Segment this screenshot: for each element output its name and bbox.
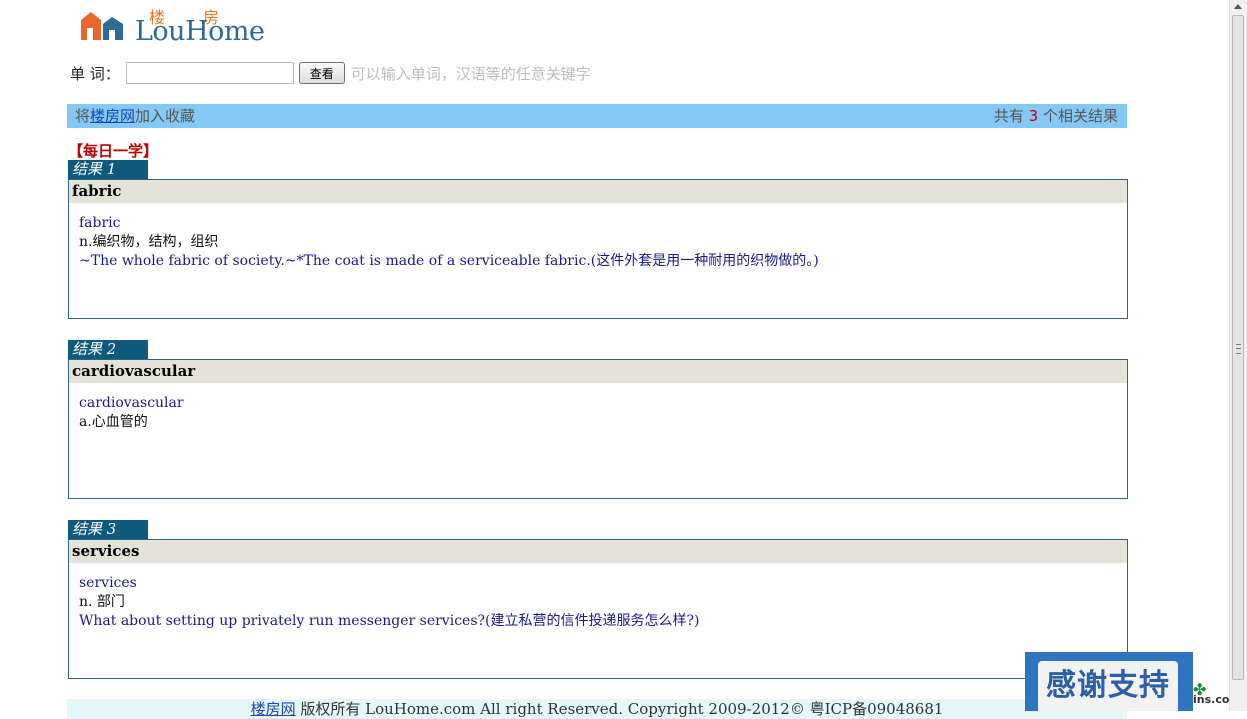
result-example: ~The whole fabric of society.~*The coat … — [79, 253, 819, 269]
result-word-heading: services — [69, 540, 1127, 563]
scroll-up-arrow-icon[interactable] — [1234, 4, 1242, 9]
result-word-heading: cardiovascular — [69, 360, 1127, 383]
site-link[interactable]: 楼房网 — [90, 107, 135, 125]
thanks-text: 感谢支持 — [1038, 661, 1178, 711]
count-suffix: 个相关结果 — [1038, 107, 1118, 125]
vertical-scrollbar[interactable] — [1229, 0, 1247, 711]
result-word: services — [79, 575, 137, 591]
bookmark-suffix: 加入收藏 — [135, 107, 196, 125]
info-bar: 将楼房网加入收藏 共有 3 个相关结果 — [67, 104, 1127, 128]
result-tag: 结果 2 — [68, 340, 148, 359]
result-tag: 结果 3 — [68, 520, 148, 539]
search-button[interactable]: 查看 — [298, 62, 345, 84]
result-body: fabric n.编织物，结构，组织 ~The whole fabric of … — [69, 203, 1127, 271]
result-word: fabric — [79, 215, 121, 231]
site-logo[interactable]: 楼房 LouHome — [79, 8, 269, 47]
footer-copyright: 版权所有 LouHome.com All right Reserved. Cop… — [295, 700, 944, 718]
result-card: cardiovascular cardiovascular a.心血管的 — [68, 359, 1128, 499]
result-body: cardiovascular a.心血管的 — [69, 383, 1127, 432]
thanks-badge[interactable]: 感谢支持 — [1025, 652, 1193, 711]
search-row: 单 词： 查看 可以输入单词，汉语等的任意关键字 — [70, 61, 591, 85]
result-card: services services n. 部门 What about setti… — [68, 539, 1128, 679]
result-count-text: 共有 3 个相关结果 — [994, 104, 1118, 128]
result-word-heading: fabric — [69, 180, 1127, 203]
count-prefix: 共有 — [993, 107, 1029, 125]
footer: 楼房网 版权所有 LouHome.com All right Reserved.… — [67, 699, 1127, 719]
daily-title: 【每日一学】 — [68, 142, 159, 160]
house-logo-icon — [81, 12, 123, 40]
result-definition: n.编织物，结构，组织 — [79, 234, 219, 250]
result-example: What about setting up privately run mess… — [79, 613, 700, 629]
result-definition: a.心血管的 — [79, 414, 148, 430]
result-word: cardiovascular — [79, 395, 184, 411]
result-count: 3 — [1028, 107, 1039, 125]
search-label: 单 词： — [70, 64, 120, 83]
result-card: fabric fabric n.编织物，结构，组织 ~The whole fab… — [68, 179, 1128, 319]
scrollbar-thumb[interactable] — [1232, 15, 1244, 680]
grip-icon — [1236, 344, 1241, 354]
logo-english-text: LouHome — [135, 16, 265, 47]
search-input[interactable] — [125, 62, 294, 84]
result-tag: 结果 1 — [68, 160, 148, 179]
result-definition: n. 部门 — [79, 594, 125, 610]
result-body: services n. 部门 What about setting up pri… — [69, 563, 1127, 631]
bookmark-text: 将楼房网加入收藏 — [75, 104, 195, 128]
search-hint: 可以输入单词，汉语等的任意关键字 — [350, 64, 591, 83]
bookmark-prefix: 将 — [75, 107, 91, 125]
footer-site-link[interactable]: 楼房网 — [251, 700, 296, 718]
